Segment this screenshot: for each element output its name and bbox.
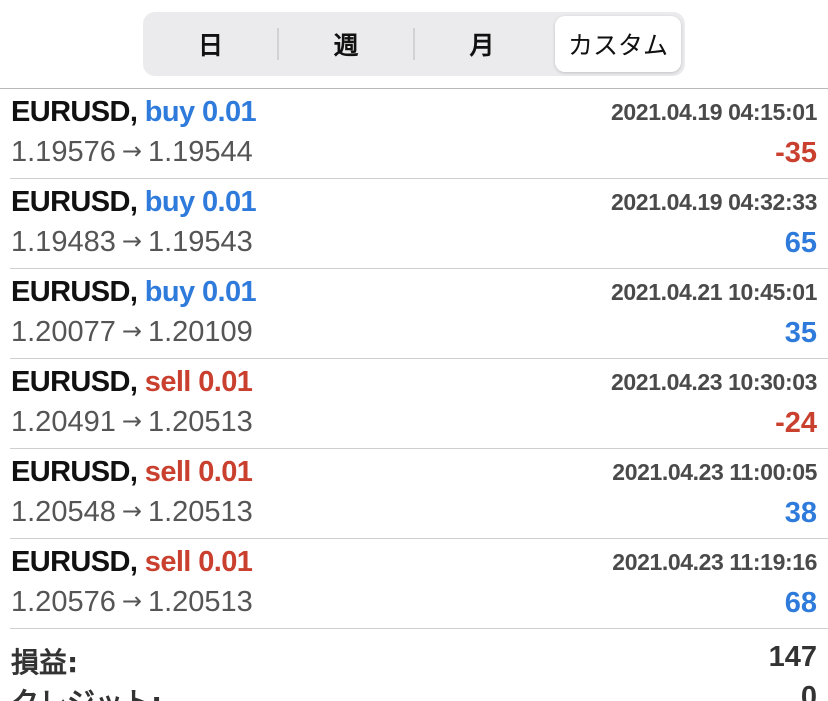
open-price: 1.19576 [11, 136, 116, 168]
arrow-right-icon: → [121, 227, 142, 255]
trade-title: EURUSD, buy 0.01 [11, 186, 257, 219]
open-price: 1.20576 [11, 586, 116, 618]
trade-volume: 0.01 [202, 186, 257, 218]
arrow-right-icon: → [121, 497, 142, 525]
trade-title: EURUSD, sell 0.01 [11, 366, 253, 399]
trade-row[interactable]: EURUSD, buy 0.01 2021.04.21 10:45:01 1.2… [0, 269, 828, 359]
trade-profit: 35 [784, 317, 817, 349]
trade-time: 2021.04.23 11:19:16 [612, 549, 817, 575]
trade-volume: 0.01 [198, 456, 253, 488]
trade-time: 2021.04.19 04:15:01 [611, 99, 817, 125]
trade-symbol: EURUSD, [11, 366, 138, 398]
arrow-right-icon: → [121, 137, 142, 165]
trade-profit: 68 [784, 587, 817, 619]
open-price: 1.19483 [11, 226, 116, 258]
trade-prices: 1.20576 → 1.20513 [11, 586, 253, 619]
trade-row[interactable]: EURUSD, sell 0.01 2021.04.23 10:30:03 1.… [0, 359, 828, 449]
trade-title: EURUSD, sell 0.01 [11, 546, 253, 579]
trade-row[interactable]: EURUSD, buy 0.01 2021.04.19 04:32:33 1.1… [0, 179, 828, 269]
trade-side: sell [144, 366, 192, 398]
trade-symbol: EURUSD, [11, 546, 138, 578]
credit-total: 0 [800, 681, 817, 701]
tab-day[interactable]: 日 [143, 16, 278, 72]
summary-panel: 損益: 147 クレジット: 0 [0, 629, 828, 701]
trade-title: EURUSD, buy 0.01 [11, 96, 257, 129]
arrow-right-icon: → [121, 587, 142, 615]
tab-week[interactable]: 週 [278, 16, 414, 72]
credit-label: クレジット: [11, 681, 162, 701]
trade-row[interactable]: EURUSD, sell 0.01 2021.04.23 11:00:05 1.… [0, 449, 828, 539]
trade-side: sell [144, 546, 192, 578]
credit-summary-row: クレジット: 0 [11, 681, 817, 701]
trade-prices: 1.20491 → 1.20513 [11, 406, 253, 439]
trade-volume: 0.01 [198, 546, 253, 578]
trade-profit: -35 [775, 137, 817, 169]
trade-time: 2021.04.23 10:30:03 [611, 369, 817, 395]
trade-profit: 65 [784, 227, 817, 259]
trade-row[interactable]: EURUSD, buy 0.01 2021.04.19 04:15:01 1.1… [0, 89, 828, 179]
open-price: 1.20077 [11, 316, 116, 348]
trade-side: buy [144, 276, 195, 308]
close-price: 1.20513 [147, 586, 253, 618]
profit-summary-row: 損益: 147 [11, 641, 817, 681]
close-price: 1.20513 [147, 496, 253, 528]
close-price: 1.19544 [147, 136, 253, 168]
trade-prices: 1.20548 → 1.20513 [11, 496, 253, 529]
trade-profit: -24 [775, 407, 817, 439]
trade-prices: 1.19483 → 1.19543 [11, 226, 253, 259]
trade-symbol: EURUSD, [11, 186, 138, 218]
open-price: 1.20548 [11, 496, 116, 528]
trade-symbol: EURUSD, [11, 96, 138, 128]
close-price: 1.19543 [147, 226, 253, 258]
close-price: 1.20109 [147, 316, 253, 348]
tab-custom[interactable]: カスタム [555, 16, 681, 72]
close-price: 1.20513 [147, 406, 253, 438]
arrow-right-icon: → [121, 317, 142, 345]
trade-volume: 0.01 [198, 366, 253, 398]
trade-symbol: EURUSD, [11, 456, 138, 488]
period-selector-bar: 日 週 月 カスタム [0, 0, 828, 88]
trade-time: 2021.04.19 04:32:33 [611, 189, 817, 215]
tab-month[interactable]: 月 [414, 16, 550, 72]
trade-prices: 1.19576 → 1.19544 [11, 136, 253, 169]
trade-prices: 1.20077 → 1.20109 [11, 316, 253, 349]
trade-side: sell [144, 456, 192, 488]
trade-title: EURUSD, sell 0.01 [11, 456, 253, 489]
profit-total: 147 [768, 641, 817, 673]
trade-side: buy [144, 96, 195, 128]
trade-time: 2021.04.23 11:00:05 [612, 459, 817, 485]
trade-row[interactable]: EURUSD, sell 0.01 2021.04.23 11:19:16 1.… [0, 539, 828, 629]
trade-volume: 0.01 [202, 96, 257, 128]
trade-volume: 0.01 [202, 276, 257, 308]
trade-symbol: EURUSD, [11, 276, 138, 308]
trade-time: 2021.04.21 10:45:01 [611, 279, 817, 305]
trade-side: buy [144, 186, 195, 218]
trade-history-list: EURUSD, buy 0.01 2021.04.19 04:15:01 1.1… [0, 89, 828, 629]
period-segmented-control: 日 週 月 カスタム [143, 12, 685, 76]
open-price: 1.20491 [11, 406, 116, 438]
arrow-right-icon: → [121, 407, 142, 435]
profit-label: 損益: [11, 646, 79, 679]
trade-profit: 38 [784, 497, 817, 529]
trade-title: EURUSD, buy 0.01 [11, 276, 257, 309]
